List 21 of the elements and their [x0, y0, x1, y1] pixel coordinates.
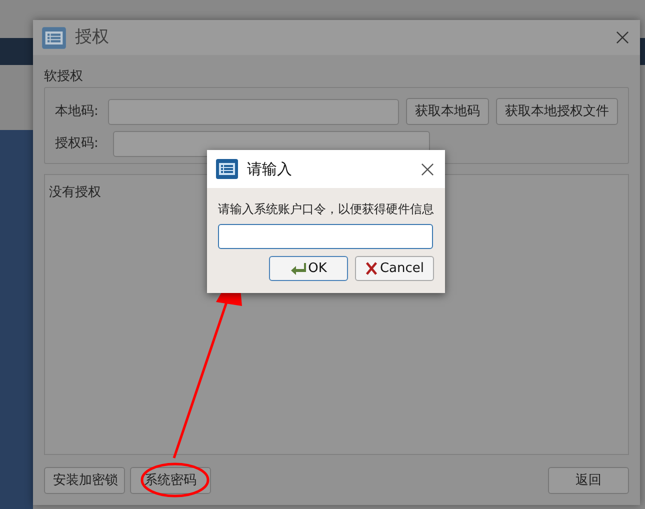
message-text: 没有授权	[49, 185, 101, 200]
action-button[interactable]: 获取本地授权文件	[496, 98, 618, 125]
field-label: 本地码:	[55, 102, 100, 121]
window-icon	[41, 24, 67, 50]
x-icon	[364, 262, 378, 275]
back-button[interactable]: 返回	[548, 467, 629, 494]
return-arrow-icon	[290, 262, 306, 276]
field-label: 授权码:	[55, 135, 100, 154]
cancel-button[interactable]: Cancel	[355, 256, 434, 281]
window-title: 授权	[75, 26, 110, 49]
dialog-title: 请输入	[247, 158, 293, 180]
action-button[interactable]: 系统密码	[130, 467, 211, 494]
password-field[interactable]	[218, 224, 433, 249]
input-field[interactable]	[108, 98, 399, 124]
section-title: 软授权	[44, 68, 84, 86]
action-button[interactable]: 安装加密锁	[44, 467, 125, 494]
prompt-text: 请输入系统账户口令，以便获得硬件信息	[218, 201, 434, 218]
action-button[interactable]: 获取本地码	[406, 98, 489, 125]
ok-button[interactable]: OK	[269, 256, 348, 281]
window-icon	[215, 157, 239, 181]
circle-annotation	[140, 462, 210, 498]
